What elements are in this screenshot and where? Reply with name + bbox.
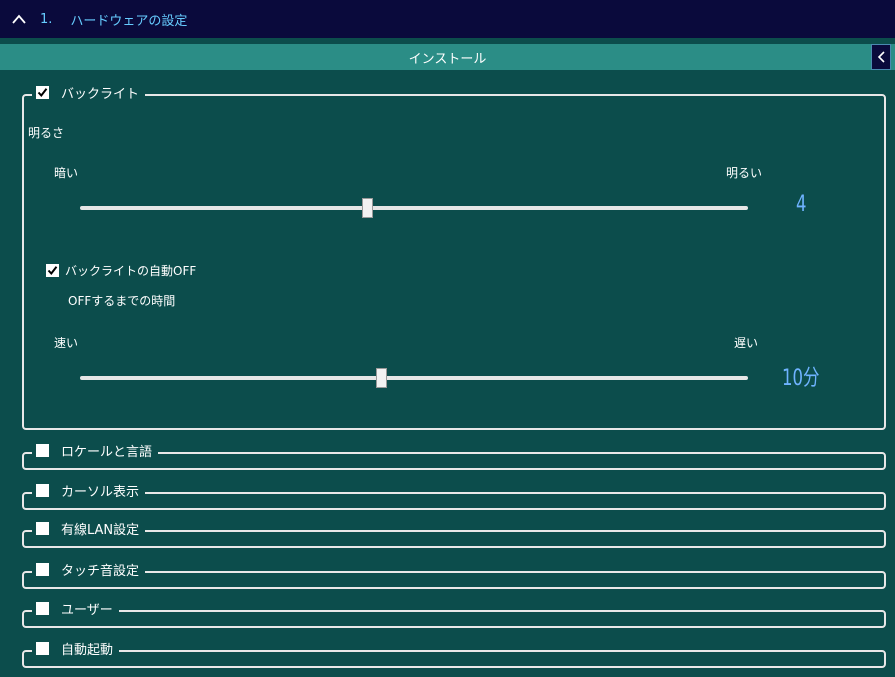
- auto-off-slider-thumb[interactable]: [375, 368, 387, 388]
- install-label: インストール: [408, 51, 487, 67]
- group-header-cursor[interactable]: カーソル表示: [32, 481, 146, 500]
- touch-sound-checkbox[interactable]: [36, 563, 49, 576]
- auto-off-time-label: OFFするまでの時間: [68, 294, 176, 308]
- cursor-title: カーソル表示: [61, 485, 140, 500]
- section-number: 1.: [40, 11, 53, 27]
- section-title: ハードウェアの設定: [70, 13, 188, 29]
- brightness-min-label: 暗い: [54, 166, 79, 180]
- autostart-checkbox[interactable]: [36, 642, 49, 655]
- brightness-slider-thumb[interactable]: [362, 198, 374, 218]
- wired-lan-title: 有線LAN設定: [61, 523, 140, 538]
- auto-off-min-label: 速い: [54, 336, 79, 350]
- autostart-title: 自動起動: [61, 643, 114, 658]
- group-backlight: バックライト 明るさ 暗い 明るい 4 バックライトの自動OFF OFFするまで…: [22, 83, 886, 430]
- group-header-touch-sound[interactable]: タッチ音設定: [32, 560, 146, 579]
- group-autostart: 自動起動: [22, 639, 886, 668]
- auto-off-max-label: 遅い: [734, 336, 759, 350]
- checkmark-icon: [37, 88, 48, 98]
- touch-sound-title: タッチ音設定: [61, 564, 140, 579]
- install-bar[interactable]: インストール: [0, 44, 895, 70]
- group-touch-sound: タッチ音設定: [22, 560, 886, 589]
- brightness-max-label: 明るい: [726, 166, 763, 180]
- chevron-left-icon: [877, 51, 885, 63]
- auto-off-value: 10分: [782, 366, 820, 391]
- brightness-value: 4: [796, 192, 807, 217]
- group-user: ユーザー: [22, 599, 886, 628]
- group-locale: ロケールと言語: [22, 441, 886, 470]
- group-wired-lan: 有線LAN設定: [22, 519, 886, 548]
- backlight-checkbox[interactable]: [36, 86, 49, 99]
- collapse-button[interactable]: [6, 6, 32, 32]
- auto-off-label: バックライトの自動OFF: [65, 264, 197, 278]
- section-header: 1. ハードウェアの設定: [0, 0, 895, 38]
- locale-title: ロケールと言語: [61, 445, 153, 460]
- group-header-backlight: バックライト: [32, 83, 146, 102]
- group-header-wired-lan[interactable]: 有線LAN設定: [32, 519, 146, 538]
- auto-off-checkbox[interactable]: [46, 264, 59, 277]
- user-checkbox[interactable]: [36, 602, 49, 615]
- backlight-title: バックライト: [61, 87, 140, 102]
- brightness-slider[interactable]: [80, 198, 748, 218]
- back-button[interactable]: [871, 44, 891, 70]
- wired-lan-checkbox[interactable]: [36, 522, 49, 535]
- user-title: ユーザー: [61, 603, 113, 618]
- brightness-label: 明るさ: [28, 126, 65, 140]
- checkmark-icon: [47, 266, 58, 276]
- group-header-user[interactable]: ユーザー: [32, 599, 119, 618]
- group-cursor: カーソル表示: [22, 481, 886, 510]
- auto-off-slider[interactable]: [80, 368, 748, 388]
- locale-checkbox[interactable]: [36, 444, 49, 457]
- auto-off-option[interactable]: バックライトの自動OFF: [46, 262, 196, 279]
- group-header-locale[interactable]: ロケールと言語: [32, 441, 159, 460]
- cursor-checkbox[interactable]: [36, 484, 49, 497]
- group-header-autostart[interactable]: 自動起動: [32, 639, 120, 658]
- chevron-up-icon: [12, 14, 26, 24]
